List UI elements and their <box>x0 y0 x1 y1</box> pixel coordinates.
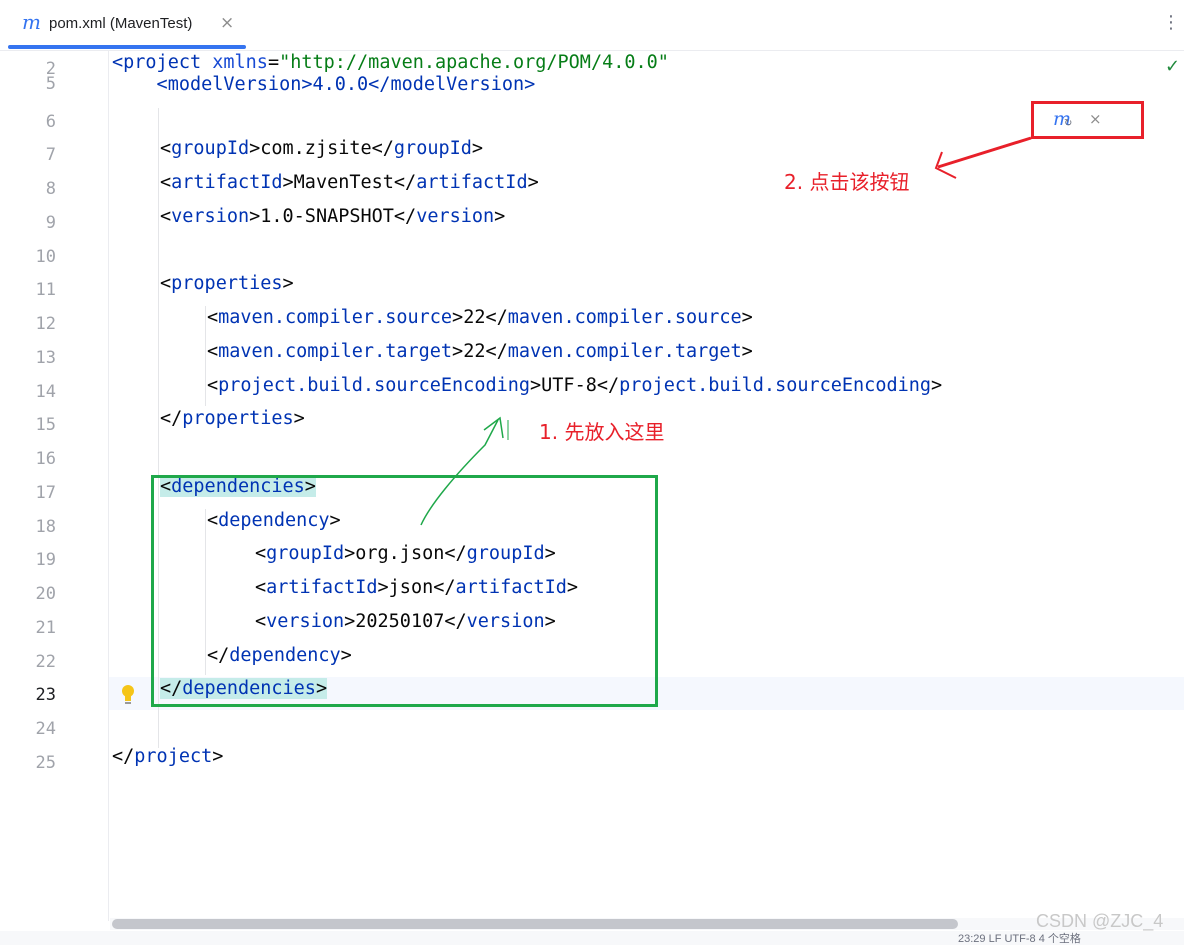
no-problems-check-icon[interactable]: ✓ <box>1165 56 1180 77</box>
code-token: maven.compiler.source <box>218 307 453 328</box>
annotation-green-box <box>151 475 658 707</box>
code-token: project.build.sourceEncoding <box>619 375 932 396</box>
tab-pom-xml[interactable]: m pom.xml (MavenTest) × <box>8 0 246 50</box>
close-icon[interactable]: × <box>220 13 234 33</box>
line-number: 9 <box>45 213 56 233</box>
line-number: 6 <box>45 112 56 132</box>
code-line-11[interactable]: <properties> <box>160 273 294 307</box>
code-line-5-partial[interactable]: <modelVersion>4.0.0</modelVersion> <box>112 74 536 95</box>
line-number: 8 <box>45 179 56 199</box>
code-line-9[interactable]: <version>1.0-SNAPSHOT</version> <box>160 206 505 240</box>
code-line-8[interactable]: <artifactId>MavenTest</artifactId> <box>160 172 539 206</box>
code-token: "http://maven.apache.org/POM/4.0.0" <box>279 52 669 73</box>
code-token: 22 <box>463 341 486 362</box>
annotation-red-box <box>1031 101 1144 139</box>
line-number: 15 <box>35 415 56 435</box>
code-token: UTF-8 <box>541 375 597 396</box>
code-token: xmlns <box>201 52 268 73</box>
code-token: 22 <box>463 307 486 328</box>
line-number: 24 <box>35 719 56 739</box>
status-bar-text[interactable]: 23:29 LF UTF-8 4 个空格 <box>958 930 1081 946</box>
maven-m-icon: m <box>22 10 41 34</box>
code-line-15[interactable]: </properties> <box>160 408 305 442</box>
code-token: project <box>123 52 202 73</box>
editor-tab-bar: m pom.xml (MavenTest) × ⋮ <box>0 0 1184 51</box>
code-line-13[interactable]: <maven.compiler.target>22</maven.compile… <box>207 341 753 375</box>
code-token: artifactId <box>416 172 528 193</box>
lightbulb-icon[interactable] <box>119 683 137 707</box>
code-line-25[interactable]: </project> <box>112 746 223 780</box>
active-tab-indicator <box>8 45 246 49</box>
red-arrowhead <box>934 151 957 179</box>
line-number: 19 <box>35 550 56 570</box>
line-number: 12 <box>35 314 56 334</box>
code-token: version <box>416 206 495 227</box>
line-number: 16 <box>35 449 56 469</box>
indent-guide <box>205 306 206 406</box>
line-number: 22 <box>35 652 56 672</box>
annotation-step-1: 1. 先放入这里 <box>539 420 665 444</box>
line-number: 5 <box>45 74 56 94</box>
line-number: 21 <box>35 618 56 638</box>
line-number: 14 <box>35 382 56 402</box>
line-number: 7 <box>45 145 56 165</box>
code-token: < <box>112 52 124 73</box>
red-arrow <box>937 136 1032 169</box>
line-number: 17 <box>35 483 56 503</box>
code-token: 1.0-SNAPSHOT <box>260 206 394 227</box>
code-line-7[interactable]: <groupId>com.zjsite</groupId> <box>160 138 483 172</box>
line-number: 11 <box>35 280 56 300</box>
code-token: version <box>171 206 250 227</box>
line-number-current: 23 <box>35 685 56 705</box>
annotation-step-2: 2. 点击该按钮 <box>784 170 910 194</box>
code-token: groupId <box>393 138 472 159</box>
line-number: 25 <box>35 753 56 773</box>
code-token: project <box>134 746 213 767</box>
tab-label: pom.xml (MavenTest) <box>49 15 193 32</box>
code-token: properties <box>171 273 283 294</box>
code-line-12[interactable]: <maven.compiler.source>22</maven.compile… <box>207 307 753 341</box>
code-token: = <box>267 52 280 73</box>
code-token: groupId <box>171 138 250 159</box>
line-number: 13 <box>35 348 56 368</box>
code-token: MavenTest <box>293 172 394 193</box>
code-line-14[interactable]: <project.build.sourceEncoding>UTF-8</pro… <box>207 375 942 409</box>
code-token: artifactId <box>171 172 283 193</box>
code-token: com.zjsite <box>260 138 372 159</box>
more-options-icon[interactable]: ⋮ <box>1162 12 1180 33</box>
code-token: maven.compiler.target <box>507 341 742 362</box>
horizontal-scrollbar-thumb[interactable] <box>112 919 958 929</box>
line-number: 10 <box>35 247 56 267</box>
code-token: maven.compiler.target <box>218 341 453 362</box>
watermark: CSDN @ZJC_4 <box>1036 911 1164 931</box>
green-arrowhead <box>483 416 504 439</box>
code-token: project.build.sourceEncoding <box>218 375 531 396</box>
code-token: maven.compiler.source <box>507 307 742 328</box>
line-number: 18 <box>35 517 56 537</box>
line-number: 20 <box>35 584 56 604</box>
code-token: properties <box>182 408 294 429</box>
